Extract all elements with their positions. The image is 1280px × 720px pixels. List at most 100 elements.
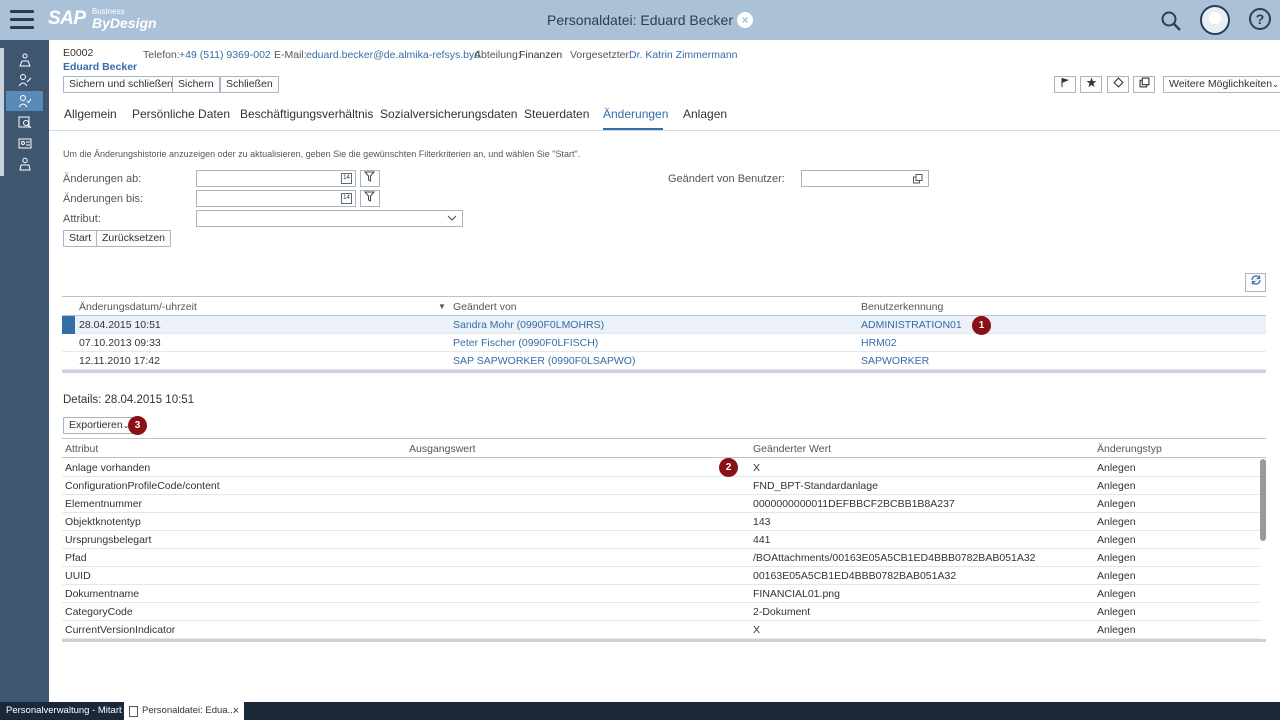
new-value-cell: 00163E05A5CB1ED4BBB0782BAB051A32 xyxy=(753,570,957,582)
tab-changes[interactable]: Änderungen xyxy=(603,107,668,121)
save-and-close-button[interactable]: Sichern und schließen xyxy=(63,76,179,93)
new-value-cell: 2-Dokument xyxy=(753,606,811,618)
people-edit-icon[interactable] xyxy=(6,70,43,90)
taskbar-tab-personnel-admin[interactable]: Personalverwaltung - Mitarb... xyxy=(0,702,122,720)
filter-options-icon[interactable] xyxy=(360,170,380,187)
refresh-icon[interactable] xyxy=(1245,273,1266,292)
column-header-date[interactable]: Änderungsdatum/-uhrzeit xyxy=(79,301,197,313)
changed-by-user-label: Geändert von Benutzer: xyxy=(668,173,785,185)
favorite-star-icon[interactable] xyxy=(1080,76,1102,93)
more-options-label: Weitere Möglichkeiten xyxy=(1169,78,1273,90)
tab-social-insurance[interactable]: Sozialversicherungsdaten xyxy=(380,107,517,121)
column-header-changed-by[interactable]: Geändert von xyxy=(453,301,517,313)
search-icon[interactable] xyxy=(1160,10,1182,32)
column-header-old-value[interactable]: Ausgangswert xyxy=(409,443,476,455)
annotation-badge-2: 2 xyxy=(719,458,738,477)
table-row[interactable]: 28.04.2015 10:51 Sandra Mohr (0990F0LMOH… xyxy=(62,316,1266,334)
change-type-cell: Anlegen xyxy=(1097,606,1136,618)
department-label: Abteilung: xyxy=(474,49,521,61)
close-button[interactable]: Schließen xyxy=(220,76,279,93)
column-header-attribute[interactable]: Attribut xyxy=(65,443,98,455)
value-help-icon[interactable] xyxy=(913,174,923,184)
tab-employment[interactable]: Beschäftigungsverhältnis xyxy=(240,107,373,121)
table-row[interactable]: 07.10.2013 09:33 Peter Fischer (0990F0LF… xyxy=(62,334,1266,352)
taskbar-tab-personnel-file[interactable]: Personaldatei: Edua... × xyxy=(124,702,244,720)
people-group-icon[interactable] xyxy=(6,154,43,174)
table-row[interactable]: Objektknotentyp 143 Anlegen xyxy=(62,513,1260,531)
export-label: Exportieren xyxy=(69,419,123,431)
table-row[interactable]: Elementnummer 0000000000011DEFBBCF2BCBB1… xyxy=(62,495,1260,513)
user-id-link[interactable]: HRM02 xyxy=(861,337,897,349)
user-avatar-icon[interactable] xyxy=(1200,5,1230,35)
table-row[interactable]: 12.11.2010 17:42 SAP SAPWORKER (0990F0LS… xyxy=(62,352,1266,370)
changed-by-link[interactable]: Sandra Mohr (0990F0LMOHRS) xyxy=(453,319,604,331)
changed-by-link[interactable]: SAP SAPWORKER (0990F0LSAPWO) xyxy=(453,355,635,367)
change-type-cell: Anlegen xyxy=(1097,624,1136,636)
change-type-cell: Anlegen xyxy=(1097,552,1136,564)
start-button[interactable]: Start xyxy=(63,230,98,247)
new-value-cell: FND_BPT-Standardanlage xyxy=(753,480,878,492)
calendar-icon[interactable]: 14 xyxy=(341,193,352,204)
manager-label: Vorgesetzter: xyxy=(570,49,632,61)
table-row[interactable]: ConfigurationProfileCode/content FND_BPT… xyxy=(62,477,1260,495)
table-row[interactable]: Dokumentname FINANCIAL01.png Anlegen xyxy=(62,585,1260,603)
column-header-change-type[interactable]: Änderungstyp xyxy=(1097,443,1162,455)
new-value-cell: FINANCIAL01.png xyxy=(753,588,840,600)
more-options-button[interactable]: Weitere Möglichkeiten⌄ xyxy=(1163,76,1280,93)
copy-document-icon[interactable] xyxy=(1133,76,1155,93)
table-row[interactable]: UUID 00163E05A5CB1ED4BBB0782BAB051A32 An… xyxy=(62,567,1260,585)
filter-options-icon[interactable] xyxy=(360,190,380,207)
change-type-cell: Anlegen xyxy=(1097,534,1136,546)
phone-link[interactable]: +49 (511) 9369-002 xyxy=(179,49,271,61)
close-document-icon[interactable]: × xyxy=(737,12,753,28)
org-chart-icon[interactable] xyxy=(6,50,43,70)
document-icon xyxy=(129,706,138,717)
calendar-icon[interactable]: 14 xyxy=(341,173,352,184)
table-row[interactable]: Ursprungsbelegart 441 Anlegen xyxy=(62,531,1260,549)
changed-by-user-input[interactable] xyxy=(801,170,929,187)
annotation-badge-3: 3 xyxy=(128,416,147,435)
id-card-icon[interactable] xyxy=(6,133,43,153)
changes-from-input[interactable]: 14 xyxy=(196,170,356,187)
email-link[interactable]: eduard.becker@de.almika-refsys.byd xyxy=(306,49,480,61)
tag-icon[interactable] xyxy=(1107,76,1129,93)
tab-personal-data[interactable]: Persönliche Daten xyxy=(132,107,230,121)
active-tab-indicator xyxy=(603,128,663,130)
menu-icon[interactable] xyxy=(10,10,34,30)
changed-by-link[interactable]: Peter Fischer (0990F0LFISCH) xyxy=(453,337,598,349)
reset-button[interactable]: Zurücksetzen xyxy=(96,230,172,247)
column-header-user-id[interactable]: Benutzerkennung xyxy=(861,301,943,313)
user-id-link[interactable]: SAPWORKER xyxy=(861,355,929,367)
save-button[interactable]: Sichern xyxy=(172,76,220,93)
sap-logo: SAP Business ByDesign xyxy=(48,7,157,31)
attribute-cell: Dokumentname xyxy=(65,588,140,600)
flag-icon[interactable] xyxy=(1054,76,1076,93)
change-type-cell: Anlegen xyxy=(1097,498,1136,510)
table-row[interactable]: Pfad /BOAttachments/00163E05A5CB1ED4BBB0… xyxy=(62,549,1260,567)
manager-link[interactable]: Dr. Katrin Zimmermann xyxy=(629,49,738,61)
calendar-search-icon[interactable] xyxy=(6,112,43,132)
attribute-select[interactable] xyxy=(196,210,463,227)
table-row[interactable]: CurrentVersionIndicator X Anlegen xyxy=(62,621,1260,639)
employee-name[interactable]: Eduard Becker xyxy=(63,61,137,73)
column-header-new-value[interactable]: Geänderter Wert xyxy=(753,443,831,455)
attribute-cell: CurrentVersionIndicator xyxy=(65,624,176,636)
table-row[interactable]: Anlage vorhanden X Anlegen xyxy=(62,459,1260,477)
row-selector[interactable] xyxy=(62,316,75,334)
help-icon[interactable]: ? xyxy=(1249,8,1271,30)
taskbar-tab-label: Personaldatei: Edua... xyxy=(142,705,236,716)
close-tab-icon[interactable]: × xyxy=(233,702,239,720)
user-id-link[interactable]: ADMINISTRATION01 xyxy=(861,319,962,331)
changes-from-label: Änderungen ab: xyxy=(63,173,142,185)
changes-to-input[interactable]: 14 xyxy=(196,190,356,207)
change-date: 28.04.2015 10:51 xyxy=(79,319,161,331)
change-type-cell: Anlegen xyxy=(1097,570,1136,582)
tab-general[interactable]: Allgemein xyxy=(64,107,117,121)
people-check-icon[interactable] xyxy=(6,91,43,111)
details-scrollbar[interactable] xyxy=(1260,459,1266,541)
tab-tax-data[interactable]: Steuerdaten xyxy=(524,107,589,121)
attribute-cell: Elementnummer xyxy=(65,498,143,510)
tab-attachments[interactable]: Anlagen xyxy=(683,107,727,121)
sort-descending-icon[interactable]: ▼ xyxy=(438,302,446,311)
table-row[interactable]: CategoryCode 2-Dokument Anlegen xyxy=(62,603,1260,621)
